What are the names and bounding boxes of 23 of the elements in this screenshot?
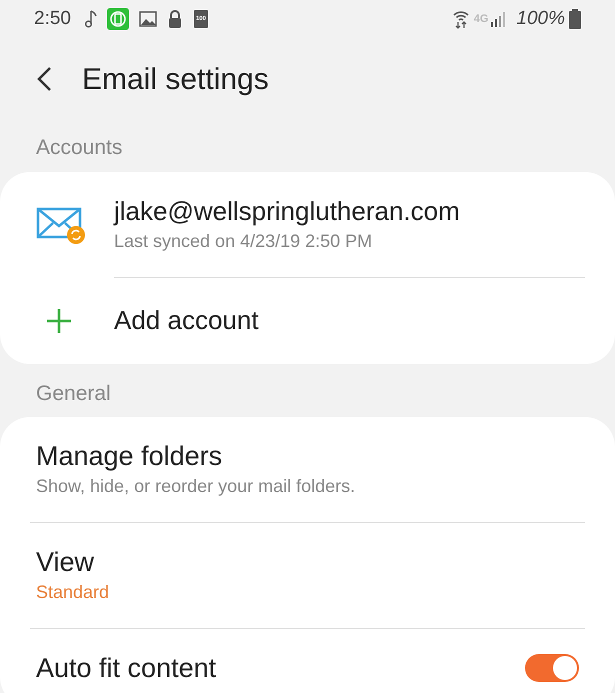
status-time: 2:50 bbox=[34, 6, 71, 31]
setting-description: Show, hide, or reorder your mail folders. bbox=[36, 475, 356, 498]
add-account-button[interactable]: Add account bbox=[114, 301, 259, 340]
music-note-icon bbox=[84, 10, 97, 28]
section-header: General bbox=[35, 380, 112, 406]
image-icon bbox=[138, 11, 157, 27]
account-email[interactable]: jlake@wellspringlutheran.com bbox=[114, 194, 585, 228]
setting-title[interactable]: Manage folders bbox=[36, 439, 579, 473]
setting-title[interactable]: View bbox=[36, 545, 579, 579]
setting-title[interactable]: Auto fit content bbox=[36, 651, 525, 685]
lock-icon bbox=[168, 10, 182, 28]
setting-value: Standard bbox=[36, 581, 110, 604]
back-icon[interactable] bbox=[36, 66, 52, 92]
battery-percent: 100% bbox=[516, 6, 565, 31]
wifi-icon bbox=[452, 9, 470, 29]
last-synced-text: Last synced on 4/23/19 2:50 PM bbox=[114, 230, 374, 253]
plus-icon bbox=[46, 308, 72, 334]
section-header: Accounts bbox=[35, 135, 124, 161]
battery-icon bbox=[569, 9, 581, 29]
toggle-switch[interactable] bbox=[525, 654, 579, 682]
page-title: Email settings bbox=[82, 62, 269, 98]
signal-icon bbox=[490, 11, 506, 27]
phone-app-icon bbox=[106, 8, 129, 30]
